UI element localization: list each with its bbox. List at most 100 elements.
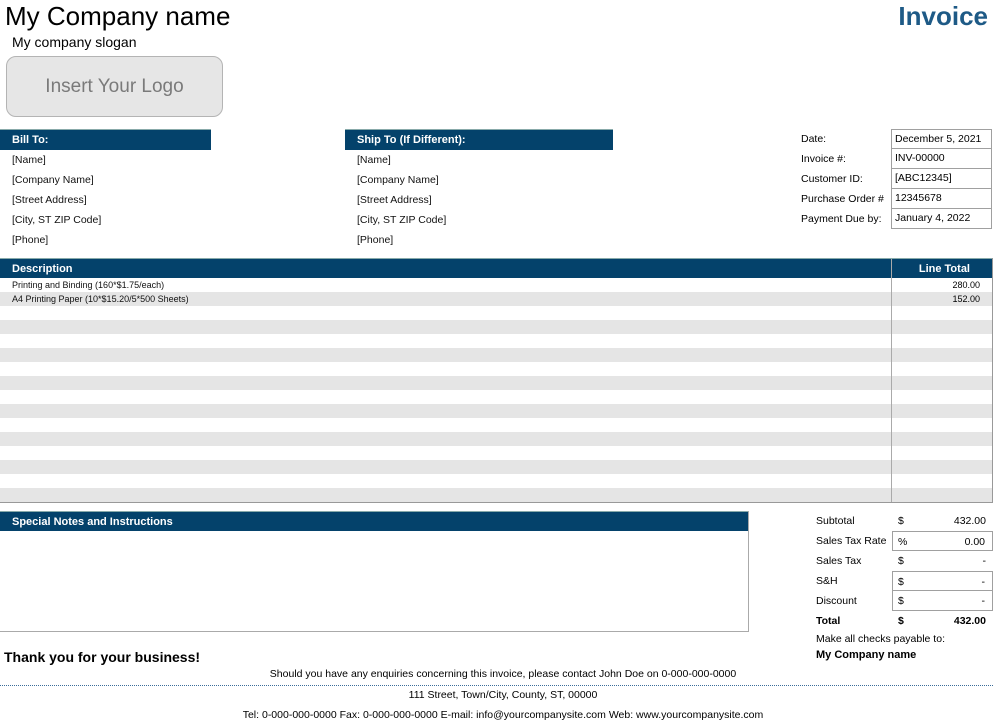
table-row <box>0 446 992 460</box>
item-description-cell[interactable] <box>0 320 891 334</box>
tax-rate-value: 0.00 <box>964 536 985 548</box>
item-line-total-cell[interactable] <box>891 488 992 502</box>
bill-to-city[interactable]: [City, ST ZIP Code] <box>0 210 211 230</box>
item-description-cell[interactable] <box>0 488 891 502</box>
special-notes-box: Special Notes and Instructions <box>0 511 749 632</box>
table-row <box>0 306 992 320</box>
total-value: 432.00 <box>953 615 986 627</box>
item-line-total-cell[interactable] <box>891 306 992 320</box>
item-line-total-cell[interactable] <box>891 404 992 418</box>
ship-to-heading: Ship To (If Different): <box>345 129 613 150</box>
item-description-cell[interactable] <box>0 460 891 474</box>
customer-id-label: Customer ID: <box>801 173 863 185</box>
item-line-total-cell[interactable] <box>891 348 992 362</box>
table-row <box>0 348 992 362</box>
tax-rate-field[interactable]: % 0.00 <box>892 531 993 551</box>
table-row <box>0 390 992 404</box>
line-items-table: Description Line Total Printing and Bind… <box>0 258 993 503</box>
item-description-cell[interactable] <box>0 390 891 404</box>
payment-due-field[interactable]: January 4, 2022 <box>891 209 992 229</box>
customer-id-field[interactable]: [ABC12345] <box>891 169 992 189</box>
ship-to-company[interactable]: [Company Name] <box>345 170 613 190</box>
item-line-total-cell[interactable]: 280.00 <box>891 278 992 292</box>
footer-divider <box>0 685 993 686</box>
total-cell: $ 432.00 <box>892 611 993 631</box>
table-row <box>0 474 992 488</box>
table-row <box>0 418 992 432</box>
purchase-order-label: Purchase Order # <box>801 193 884 205</box>
company-slogan: My company slogan <box>12 34 137 50</box>
item-line-total-cell[interactable] <box>891 362 992 376</box>
logo-placeholder-label: Insert Your Logo <box>45 75 184 97</box>
item-description-cell[interactable] <box>0 306 891 320</box>
checks-payable-name: My Company name <box>816 649 917 661</box>
ship-to-city[interactable]: [City, ST ZIP Code] <box>345 210 613 230</box>
item-description-cell[interactable] <box>0 446 891 460</box>
bill-to-heading: Bill To: <box>0 129 211 150</box>
table-row <box>0 404 992 418</box>
discount-field[interactable]: $ - <box>892 591 993 611</box>
sales-tax-currency: $ <box>898 555 904 567</box>
bill-to-name[interactable]: [Name] <box>0 150 211 170</box>
checks-payable-label: Make all checks payable to: <box>816 633 945 645</box>
totals-section: Subtotal $ 432.00 Sales Tax Rate % 0.00 … <box>816 511 993 664</box>
ship-to-name[interactable]: [Name] <box>345 150 613 170</box>
subtotal-value: 432.00 <box>953 515 986 527</box>
shipping-row: S&H $ - <box>816 571 993 591</box>
item-description-cell[interactable] <box>0 418 891 432</box>
meta-row-purchase-order: Purchase Order # 12345678 <box>800 189 992 209</box>
item-line-total-cell[interactable] <box>891 446 992 460</box>
item-description-cell[interactable]: Printing and Binding (160*$1.75/each) <box>0 278 891 292</box>
item-line-total-cell[interactable] <box>891 320 992 334</box>
bill-to-phone[interactable]: [Phone] <box>0 230 211 250</box>
item-description-cell[interactable] <box>0 376 891 390</box>
shipping-value: - <box>981 576 986 588</box>
item-description-cell[interactable] <box>0 474 891 488</box>
item-description-cell[interactable] <box>0 404 891 418</box>
purchase-order-field[interactable]: 12345678 <box>891 189 992 209</box>
item-line-total-cell[interactable] <box>891 474 992 488</box>
meta-row-customer-id: Customer ID: [ABC12345] <box>800 169 992 189</box>
invoice-number-field[interactable]: INV-00000 <box>891 149 992 169</box>
item-description-cell[interactable]: A4 Printing Paper (10*$15.20/5*500 Sheet… <box>0 292 891 306</box>
table-row: A4 Printing Paper (10*$15.20/5*500 Sheet… <box>0 292 992 306</box>
ship-to-phone[interactable]: [Phone] <box>345 230 613 250</box>
bill-to-section: Bill To: [Name] [Company Name] [Street A… <box>0 129 211 250</box>
subtotal-currency: $ <box>898 515 904 527</box>
item-description-cell[interactable] <box>0 362 891 376</box>
item-line-total-cell[interactable] <box>891 334 992 348</box>
shipping-field[interactable]: $ - <box>892 571 993 591</box>
special-notes-heading: Special Notes and Instructions <box>0 511 748 531</box>
tax-rate-row: Sales Tax Rate % 0.00 <box>816 531 993 551</box>
discount-currency: $ <box>898 595 904 607</box>
subtotal-cell: $ 432.00 <box>892 511 993 531</box>
total-label: Total <box>816 615 841 627</box>
discount-value: - <box>981 595 986 607</box>
ship-to-section: Ship To (If Different): [Name] [Company … <box>345 129 613 250</box>
sales-tax-label: Sales Tax <box>816 555 862 567</box>
items-header-row: Description Line Total <box>0 258 992 278</box>
sales-tax-cell: $ - <box>892 551 993 571</box>
table-row <box>0 334 992 348</box>
date-field[interactable]: December 5, 2021 <box>891 129 992 149</box>
bill-to-street[interactable]: [Street Address] <box>0 190 211 210</box>
item-line-total-cell[interactable] <box>891 432 992 446</box>
item-line-total-cell[interactable]: 152.00 <box>891 292 992 306</box>
bill-to-company[interactable]: [Company Name] <box>0 170 211 190</box>
item-description-cell[interactable] <box>0 334 891 348</box>
special-notes-field[interactable] <box>0 531 748 631</box>
item-description-cell[interactable] <box>0 432 891 446</box>
item-line-total-cell[interactable] <box>891 418 992 432</box>
logo-placeholder[interactable]: Insert Your Logo <box>6 56 223 117</box>
sales-tax-value: - <box>982 555 987 567</box>
item-line-total-cell[interactable] <box>891 460 992 474</box>
item-line-total-cell[interactable] <box>891 390 992 404</box>
discount-label: Discount <box>816 595 857 607</box>
table-row <box>0 362 992 376</box>
item-description-cell[interactable] <box>0 348 891 362</box>
tax-rate-label: Sales Tax Rate <box>816 535 887 547</box>
meta-row-date: Date: December 5, 2021 <box>800 129 992 149</box>
tax-rate-percent: % <box>898 536 908 548</box>
item-line-total-cell[interactable] <box>891 376 992 390</box>
ship-to-street[interactable]: [Street Address] <box>345 190 613 210</box>
